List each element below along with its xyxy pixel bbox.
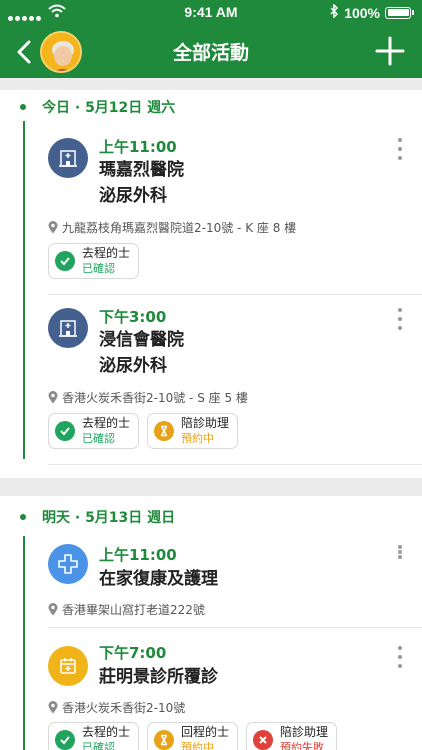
status-badge: 已確認	[82, 432, 115, 445]
add-button[interactable]	[374, 34, 406, 68]
event-card[interactable]: 上午11:00 在家復康及護理 香港畢架山窩打老道222號	[42, 536, 422, 628]
event-department: 泌尿外科	[99, 186, 167, 206]
event-time: 上午11:00	[99, 138, 177, 156]
event-address: 香港火炭禾香街2-10號	[48, 699, 185, 716]
check-icon	[55, 730, 75, 750]
status-badge: 已確認	[82, 741, 115, 750]
transport-chip[interactable]: 去程的士 已確認	[48, 722, 140, 750]
medical-cross-icon	[48, 544, 88, 584]
transport-chip[interactable]: 去程的士 已確認	[48, 413, 140, 449]
more-options-icon[interactable]	[394, 646, 406, 668]
status-badge: 預約中	[181, 741, 215, 750]
status-badge: 預約中	[181, 432, 215, 445]
nav-bar: 全部活動	[0, 26, 422, 78]
battery-icon	[385, 6, 411, 19]
escort-chip[interactable]: 陪診助理 預約中	[147, 413, 239, 449]
return-transport-chip[interactable]: 回程的士 預約中	[147, 722, 239, 750]
date-label: 明天 · 5月13日 週日	[42, 510, 176, 526]
back-button[interactable]	[12, 34, 40, 70]
check-icon	[55, 251, 75, 271]
location-pin-icon	[48, 603, 58, 616]
event-card[interactable]: 下午7:00 莊明景診所覆診 香港火炭禾香街2-10號 去程的士 已確認 回程的士…	[42, 628, 422, 750]
event-time: 下午7:00	[99, 644, 167, 662]
status-badge: 預約失敗	[280, 741, 325, 750]
event-name: 浸信會醫院	[99, 330, 184, 350]
bluetooth-icon	[330, 3, 339, 21]
location-pin-icon	[48, 221, 58, 234]
status-bar: 9:41 AM 100%	[0, 0, 422, 26]
more-options-icon[interactable]	[394, 545, 406, 559]
day-section-tomorrow: 明天 · 5月13日 週日 上午11:00 在家復康及護理 香港畢架山窩打老道2…	[0, 496, 422, 750]
event-name: 莊明景診所覆診	[99, 667, 218, 687]
more-options-icon[interactable]	[394, 138, 406, 160]
more-options-icon[interactable]	[394, 308, 406, 330]
event-department: 泌尿外科	[99, 356, 167, 376]
avatar[interactable]	[40, 31, 82, 73]
cross-icon	[253, 730, 274, 750]
event-time: 上午11:00	[99, 546, 177, 564]
hourglass-icon	[154, 730, 175, 750]
event-address: 香港火炭禾香街2-10號 - S 座 5 樓	[48, 389, 248, 406]
hourglass-icon	[154, 421, 175, 441]
battery-percent: 100%	[344, 4, 380, 21]
chevron-left-icon	[17, 40, 31, 64]
date-label: 今日 · 5月12日 週六	[42, 100, 176, 116]
event-card[interactable]: 下午3:00 浸信會醫院 泌尿外科 香港火炭禾香街2-10號 - S 座 5 樓…	[42, 296, 422, 466]
plus-icon	[375, 36, 405, 66]
check-icon	[55, 421, 75, 441]
transport-chip[interactable]: 去程的士 已確認	[48, 243, 140, 279]
hospital-icon	[48, 138, 88, 178]
event-time: 下午3:00	[99, 308, 167, 326]
day-section-today: 今日 · 5月12日 週六 上午11:00 瑪嘉烈醫院 泌尿外科 九龍荔枝角瑪嘉…	[0, 90, 422, 478]
hospital-icon	[48, 308, 88, 348]
escort-chip[interactable]: 陪診助理 預約失敗	[246, 722, 338, 750]
calendar-plus-icon	[48, 646, 88, 686]
event-name: 瑪嘉烈醫院	[99, 160, 184, 180]
event-card[interactable]: 上午11:00 瑪嘉烈醫院 泌尿外科 九龍荔枝角瑪嘉烈醫院道2-10號 - K …	[42, 128, 422, 296]
event-address: 九龍荔枝角瑪嘉烈醫院道2-10號 - K 座 8 樓	[48, 219, 296, 236]
location-pin-icon	[48, 391, 58, 404]
event-address: 香港畢架山窩打老道222號	[48, 601, 205, 618]
status-badge: 已確認	[82, 262, 115, 275]
event-name: 在家復康及護理	[99, 569, 218, 589]
location-pin-icon	[48, 701, 58, 714]
